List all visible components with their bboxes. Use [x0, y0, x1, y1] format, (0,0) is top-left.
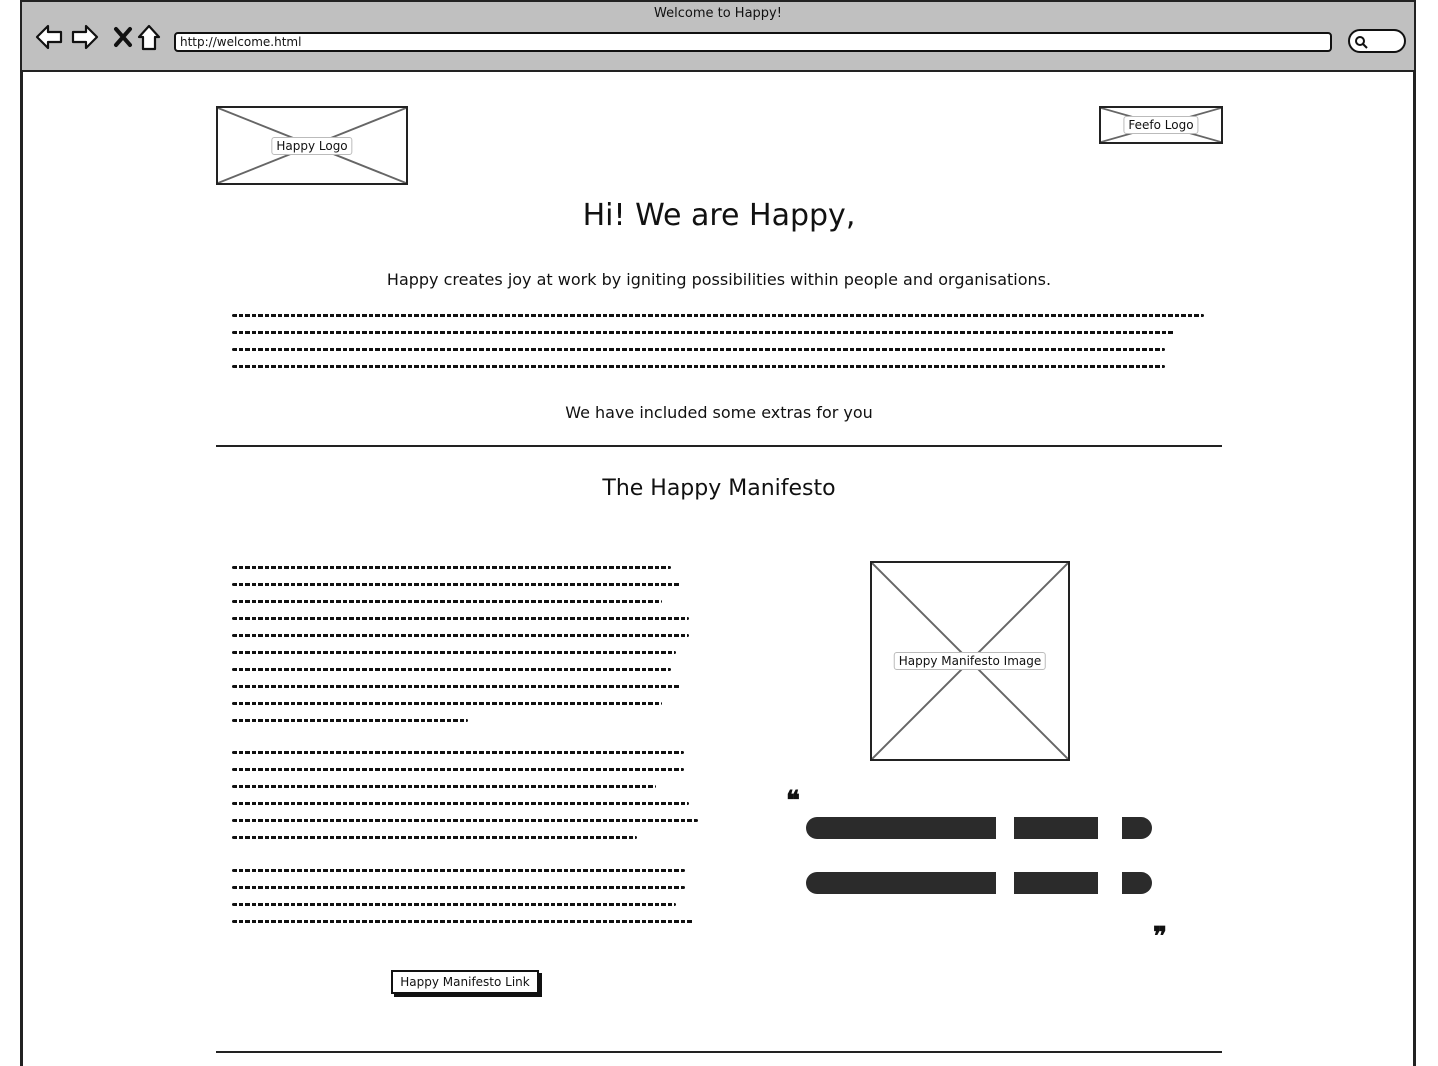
happy-manifesto-image-label: Happy Manifesto Image: [893, 652, 1047, 670]
manifesto-heading: The Happy Manifesto: [602, 476, 836, 501]
page-heading: Hi! We are Happy,: [582, 198, 856, 233]
feefo-logo: Feefo Logo: [1099, 106, 1223, 144]
quote-line-2: [806, 872, 1152, 894]
section-divider: [216, 445, 1222, 447]
close-quote-icon: ❞: [1153, 922, 1167, 952]
tagline: Happy creates joy at work by igniting po…: [386, 270, 1052, 289]
happy-logo-label: Happy Logo: [271, 136, 353, 155]
search-box[interactable]: [1348, 29, 1406, 53]
section-divider-bottom: [216, 1051, 1222, 1053]
window-title: Welcome to Happy!: [654, 6, 782, 21]
happy-manifesto-link-button[interactable]: Happy Manifesto Link: [391, 970, 539, 994]
open-quote-icon: ❝: [786, 786, 800, 816]
forward-arrow-icon[interactable]: [70, 22, 100, 52]
back-arrow-icon[interactable]: [34, 22, 64, 52]
search-icon: [1355, 36, 1368, 49]
home-icon[interactable]: [134, 22, 164, 52]
extras-text: We have included some extras for you: [565, 403, 873, 422]
manifesto-paragraph-1: [232, 566, 694, 736]
intro-paragraph: [232, 314, 1204, 382]
happy-logo: Happy Logo: [216, 106, 408, 185]
feefo-logo-label: Feefo Logo: [1123, 116, 1199, 134]
quote-line-1: [806, 817, 1152, 839]
manifesto-paragraph-2: [232, 751, 698, 853]
happy-manifesto-image: Happy Manifesto Image: [870, 561, 1070, 761]
manifesto-paragraph-3: [232, 869, 694, 937]
browser-chrome: Welcome to Happy! http://welcome.html: [20, 0, 1416, 72]
address-bar[interactable]: http://welcome.html: [174, 32, 1332, 52]
